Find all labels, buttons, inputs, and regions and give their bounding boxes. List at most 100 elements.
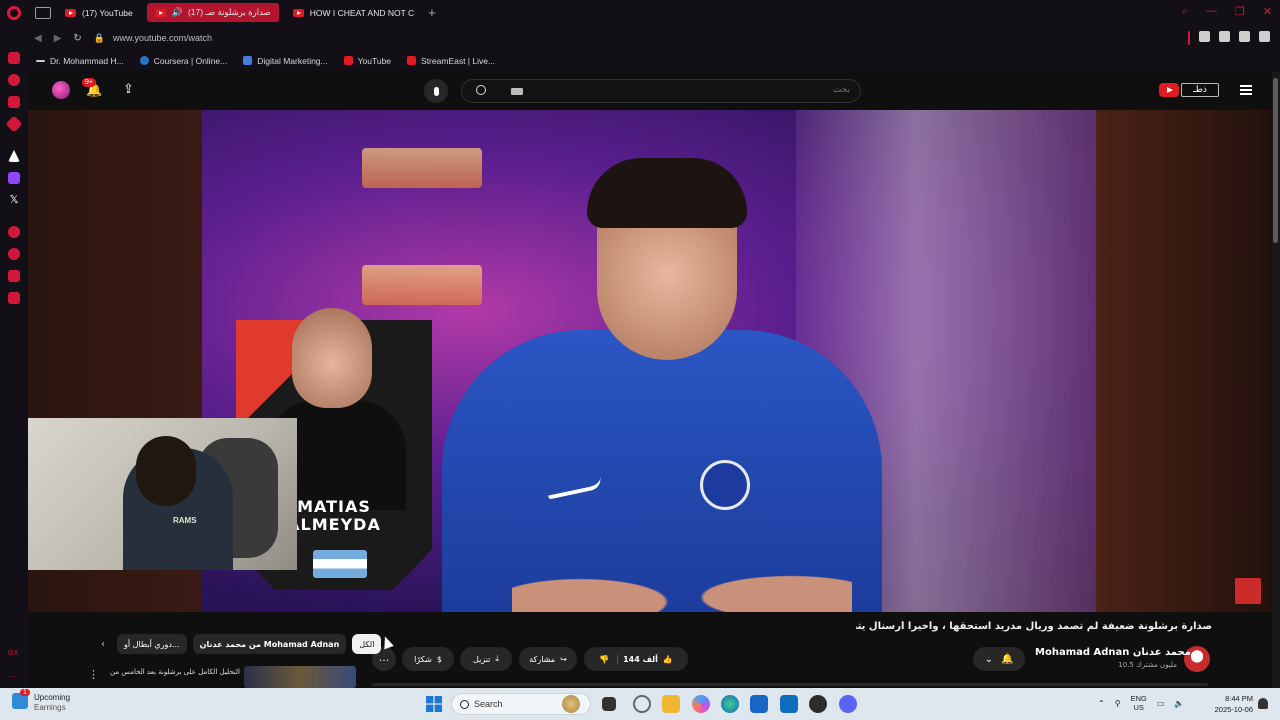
start-windows-icon[interactable] [426, 696, 442, 712]
chip-from-channel[interactable]: من محمد عدنان Mohamad Adnan [192, 634, 347, 654]
opera-gx-taskbar-icon[interactable] [633, 695, 651, 713]
channel-name[interactable]: Mohamad Adnan محمد عدنان [1035, 647, 1191, 658]
tab-video-active[interactable]: 🔊 (17) صدارة برشلونة ضـ [146, 3, 279, 22]
chevron-left-icon[interactable]: ‹ [95, 639, 111, 650]
close-icon[interactable]: ✕ [1263, 5, 1272, 18]
bookmark-item[interactable]: Coursera | Online... [139, 56, 227, 66]
thanks-button[interactable]: شكرًا $ [402, 647, 454, 671]
like-dislike-group: 👎 144 ألف 👍 [584, 647, 688, 671]
history-icon[interactable] [8, 248, 20, 260]
host-hands [512, 530, 852, 612]
windows-taskbar: 1 Upcoming Earnings Search ⌃ ⚲ ENG US ▭ [0, 688, 1280, 720]
subscribed-button[interactable]: ⌄ 🔔 [973, 647, 1025, 671]
download-button[interactable]: تنزيل ⤓ [460, 647, 512, 671]
copilot-app-icon[interactable] [692, 695, 710, 713]
like-count[interactable]: 144 ألف [623, 655, 658, 664]
player-icon[interactable] [8, 226, 20, 238]
workspaces-icon[interactable] [35, 6, 51, 19]
youtube-logo-icon[interactable] [1159, 83, 1179, 97]
search-icon[interactable] [476, 85, 486, 95]
url-field[interactable]: www.youtube.com/watch [113, 33, 212, 43]
gx-icon[interactable]: GX [8, 650, 20, 662]
widgets-icon: 1 [12, 689, 30, 709]
volume-icon[interactable]: 🔈 [1174, 699, 1184, 708]
chevron-up-icon[interactable]: ⌃ [1098, 699, 1105, 708]
widgets-subtitle: Earnings [34, 703, 66, 712]
search-input[interactable] [550, 85, 850, 95]
background-shelf [362, 148, 482, 188]
like-button[interactable]: 👍 [663, 655, 673, 664]
taskbar-clock[interactable]: 8:44 PM 2025-10-06 [1205, 693, 1253, 715]
account-avatar[interactable] [52, 81, 70, 99]
channel-watermark[interactable] [1235, 578, 1261, 604]
search-box[interactable] [461, 79, 861, 103]
extensions-area [1188, 31, 1270, 45]
language-code: ENG [1130, 694, 1147, 703]
address-bar: ◀ ▶ ↻ 🔒 www.youtube.com/watch [0, 25, 1280, 51]
tab-cheat-video[interactable]: HOW I CHEAT AND NOT C [285, 3, 422, 22]
outlook-icon[interactable] [780, 695, 798, 713]
forward-icon[interactable]: ▶ [54, 33, 62, 44]
keyboard-icon[interactable] [511, 88, 523, 95]
bookmark-item[interactable]: YouTube [343, 56, 391, 66]
maximize-icon[interactable]: ❐ [1235, 5, 1245, 18]
notification-center-icon[interactable] [1258, 698, 1268, 709]
opera-icon[interactable] [809, 695, 827, 713]
speaker-icon[interactable]: 🔊 [172, 7, 183, 18]
back-icon[interactable]: ◀ [34, 33, 42, 44]
chip-league[interactable]: دوري أبطال أو... [117, 634, 187, 654]
language-indicator[interactable]: ENG US [1131, 694, 1147, 712]
tab-search-icon[interactable]: ⌕ [1182, 5, 1188, 18]
tab-youtube-home[interactable]: (17) YouTube [57, 3, 141, 22]
task-view-icon[interactable] [602, 697, 616, 711]
location-icon[interactable]: ⚲ [1115, 699, 1121, 708]
scrollbar-thumb[interactable] [1273, 78, 1278, 243]
dislike-button[interactable]: 👎 [599, 654, 619, 664]
subscriber-count: 10.5 مليون مشترك [1118, 661, 1177, 669]
youtube-masthead: 🔔 9+ ⇪ ذطـ [28, 72, 1272, 110]
new-tab-button[interactable]: + [428, 5, 436, 20]
settings-icon[interactable] [8, 292, 20, 304]
recommended-video[interactable]: ⋮ التحليل الكامل على برشلونة بعد الخامس … [88, 666, 356, 688]
network-icon[interactable]: ▭ [1157, 699, 1165, 708]
extension-icon[interactable] [1199, 31, 1210, 42]
extension-icon[interactable] [1239, 31, 1250, 42]
webcam-overlay: RAMS [28, 418, 297, 570]
voice-search-button[interactable] [424, 79, 448, 103]
widgets-button[interactable]: 1 Upcoming Earnings [12, 689, 70, 713]
x-icon[interactable]: 𝕏 [8, 194, 20, 206]
create-upload-icon[interactable]: ⇪ [123, 81, 134, 97]
arrow-app-icon[interactable] [8, 150, 20, 162]
opera-logo-icon[interactable] [7, 5, 21, 20]
chip-all[interactable]: الكل [352, 634, 382, 654]
description-box-edge [372, 683, 1208, 686]
twitch-gx-icon[interactable] [8, 96, 20, 108]
thanks-label: شكرًا [414, 654, 432, 664]
extensions-sidebar-icon[interactable] [8, 270, 20, 282]
twitch-icon[interactable] [8, 172, 20, 184]
reload-icon[interactable]: ↻ [73, 33, 81, 44]
gx-corner-icon[interactable] [8, 74, 20, 86]
discord-icon[interactable] [839, 695, 857, 713]
extension-icon[interactable] [1219, 31, 1230, 42]
menu-icon[interactable] [1240, 85, 1252, 95]
minimize-icon[interactable]: — [1206, 5, 1217, 18]
video-player[interactable]: MATIAS ALMEYDA RAMS [28, 110, 1272, 612]
store-icon[interactable] [750, 695, 768, 713]
share-button[interactable]: مشاركة ↪ [519, 647, 577, 671]
lock-icon[interactable]: 🔒 [94, 33, 105, 44]
edge-icon[interactable] [721, 695, 739, 713]
recommended-video-title[interactable]: التحليل الكامل على برشلونة بعد الخامس من… [108, 668, 240, 676]
copilot-icon[interactable] [562, 695, 580, 713]
sidebar-more-icon[interactable]: ··· [8, 672, 20, 684]
bookmark-item[interactable]: StreamEast | Live... [407, 56, 495, 66]
bookmark-item[interactable]: Dr. Mohammad H... [36, 56, 124, 66]
file-explorer-icon[interactable] [662, 695, 680, 713]
recommended-video-thumbnail[interactable] [244, 666, 356, 688]
cleaner-icon[interactable] [5, 115, 23, 133]
aria-icon[interactable] [8, 52, 20, 64]
kebab-menu-icon[interactable]: ⋮ [88, 668, 99, 681]
bookmark-item[interactable]: Digital Marketing... [243, 56, 328, 66]
extension-icon[interactable] [1259, 31, 1270, 42]
widgets-text: Upcoming Earnings [34, 693, 70, 713]
